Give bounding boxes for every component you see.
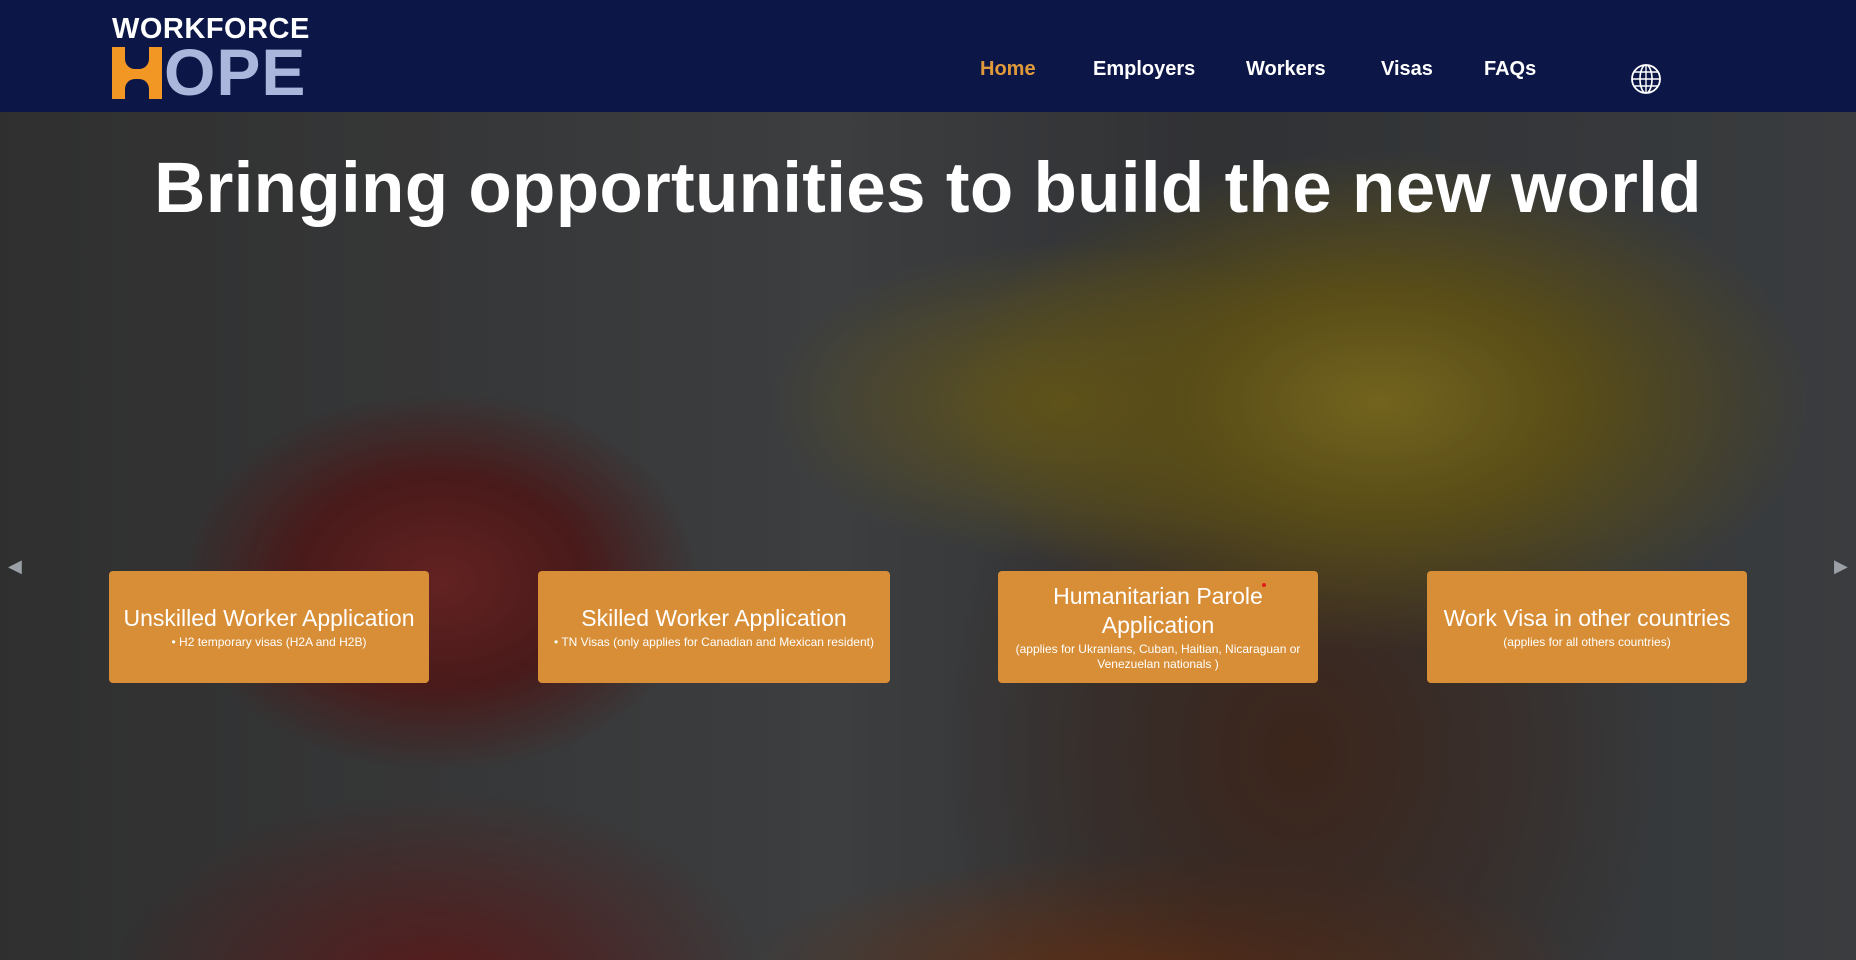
carousel-prev-icon[interactable]: ◀ <box>8 556 22 577</box>
logo-h-mark-icon <box>112 47 162 99</box>
workforce-hope-logo[interactable]: WORKFORCE OPE <box>112 14 322 109</box>
card-subtitle: (applies for all others countries) <box>1503 635 1671 649</box>
hero-background-image: Bringing opportunities to build the new … <box>0 112 1856 960</box>
notification-dot <box>1262 583 1266 587</box>
nav-faqs[interactable]: FAQs <box>1484 58 1536 81</box>
card-humanitarian-parole[interactable]: Humanitarian Parole Application (applies… <box>998 571 1318 683</box>
nav-workers[interactable]: Workers <box>1246 58 1326 81</box>
hero-headline: Bringing opportunities to build the new … <box>154 149 1702 228</box>
card-title: Skilled Worker Application <box>581 605 847 631</box>
nav-visas[interactable]: Visas <box>1381 58 1433 81</box>
card-title: Humanitarian Parole Application <box>1053 583 1263 638</box>
card-subtitle: • H2 temporary visas (H2A and H2B) <box>171 635 367 649</box>
card-title: Work Visa in other countries <box>1443 605 1731 631</box>
hero-overlay <box>0 112 1856 960</box>
nav-home[interactable]: Home <box>980 58 1036 81</box>
logo-text-bottom: OPE <box>164 35 307 109</box>
card-unskilled-worker[interactable]: Unskilled Worker Application • H2 tempor… <box>109 571 429 683</box>
card-subtitle: • TN Visas (only applies for Canadian an… <box>554 635 874 649</box>
card-title: Unskilled Worker Application <box>123 605 415 631</box>
carousel-next-icon[interactable]: ▶ <box>1834 556 1848 577</box>
logo-bottom-row: OPE <box>112 35 307 109</box>
language-globe-icon[interactable] <box>1630 63 1662 95</box>
site-header: WORKFORCE OPE Home Employers Workers Vis… <box>0 0 1856 112</box>
nav-employers[interactable]: Employers <box>1093 58 1195 81</box>
card-work-visa-other-countries[interactable]: Work Visa in other countries (applies fo… <box>1427 571 1747 683</box>
card-subtitle: (applies for Ukranians, Cuban, Haitian, … <box>1015 642 1301 671</box>
card-skilled-worker[interactable]: Skilled Worker Application • TN Visas (o… <box>538 571 890 683</box>
